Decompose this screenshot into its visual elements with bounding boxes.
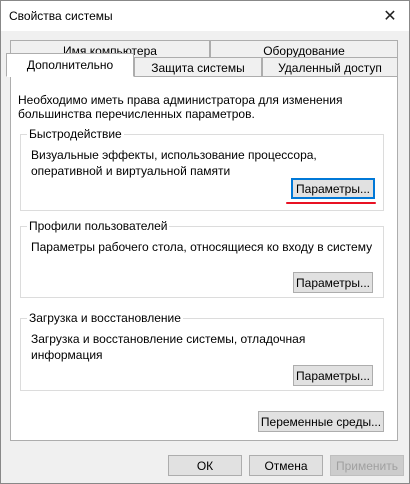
performance-description: Визуальные эффекты, использование процес… <box>31 148 317 178</box>
startup-recovery-description: Загрузка и восстановление системы, отлад… <box>31 332 306 362</box>
apply-button[interactable]: Применить <box>330 455 404 476</box>
performance-group: Быстродействие Визуальные эффекты, испол… <box>20 127 384 211</box>
tab-remote-access[interactable]: Удаленный доступ <box>262 57 398 77</box>
ok-button[interactable]: ОК <box>168 455 242 476</box>
admin-rights-note: Необходимо иметь права администратора дл… <box>18 93 343 121</box>
startup-recovery-settings-button[interactable]: Параметры... <box>293 365 373 386</box>
cancel-button[interactable]: Отмена <box>249 455 323 476</box>
performance-settings-button[interactable]: Параметры... <box>291 178 375 199</box>
tab-advanced[interactable]: Дополнительно <box>6 53 134 77</box>
startup-recovery-group-title: Загрузка и восстановление <box>27 311 183 325</box>
user-profiles-description: Параметры рабочего стола, относящиеся ко… <box>31 240 373 254</box>
tab-system-protection[interactable]: Защита системы <box>134 57 262 77</box>
environment-variables-button[interactable]: Переменные среды... <box>258 411 384 432</box>
user-profiles-settings-button[interactable]: Параметры... <box>293 272 373 293</box>
highlight-underline <box>286 202 376 204</box>
performance-group-title: Быстродействие <box>27 127 124 141</box>
user-profiles-group-title: Профили пользователей <box>27 219 170 233</box>
